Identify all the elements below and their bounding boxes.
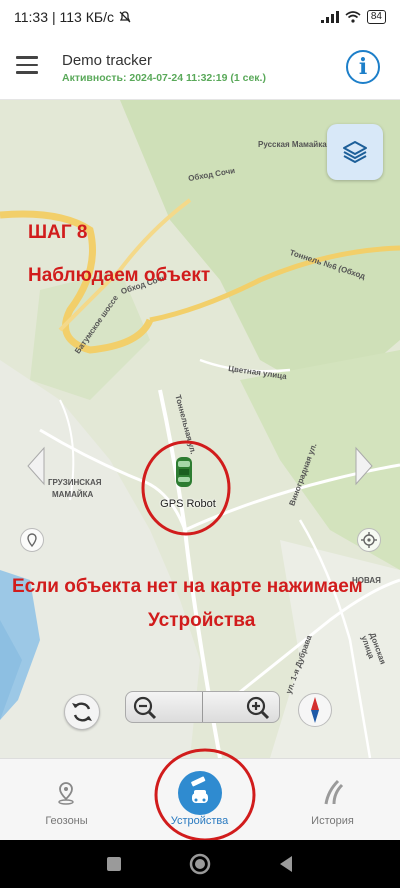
previous-arrow-icon[interactable] [26, 446, 46, 486]
map-label-gruzinskaya-2: МАМАЙКА [52, 490, 94, 499]
nav-history[interactable]: История [266, 759, 399, 841]
next-arrow-icon[interactable] [354, 446, 374, 486]
refresh-icon [72, 702, 92, 722]
map-pin-icon [58, 782, 74, 805]
recents-icon[interactable] [106, 856, 122, 872]
tracker-title: Demo tracker [62, 52, 153, 69]
notifications-off-icon [119, 11, 131, 23]
bottom-navigation: Геозоны Устройства История [0, 748, 400, 842]
highlight-circle-marker [141, 440, 231, 536]
app-header: Demo tracker Активность: 2024-07-24 11:3… [0, 34, 400, 100]
home-icon[interactable] [188, 852, 212, 876]
zoom-out-icon [133, 696, 157, 720]
map-label-gruzinskaya-1: ГРУЗИНСКАЯ [48, 478, 102, 487]
battery-icon: 84 [366, 10, 386, 24]
signal-icon [320, 11, 339, 23]
layers-button[interactable] [327, 124, 383, 180]
compass-button[interactable] [298, 693, 332, 727]
pin-location-button[interactable] [20, 528, 44, 552]
nav-geozones[interactable]: Геозоны [0, 759, 133, 841]
crosshair-icon [361, 532, 377, 548]
nav-history-label: История [311, 815, 354, 827]
pin-icon [27, 533, 37, 548]
info-icon[interactable]: i [346, 50, 380, 84]
status-net-speed: | 113 КБ/с [52, 9, 114, 25]
menu-icon[interactable] [16, 56, 38, 74]
hint-annotation-line1: Если объекта нет на карте нажимаем [12, 576, 363, 597]
nav-geozones-label: Геозоны [45, 815, 88, 827]
wifi-icon [345, 11, 361, 23]
device-marker-label[interactable]: GPS Robot [146, 498, 230, 510]
map-label-russkaya-mamayka: Русская Мамайка [258, 140, 327, 149]
compass-icon [311, 697, 319, 723]
layers-icon [343, 141, 367, 163]
step-annotation: ШАГ 8 [28, 222, 88, 243]
car-marker-icon[interactable] [172, 456, 196, 488]
map-view[interactable]: Русская Мамайка Обход Сочи Обход Сочи То… [0, 100, 400, 758]
observe-annotation: Наблюдаем объект [28, 265, 211, 286]
zoom-in-icon [246, 696, 270, 720]
zoom-controls [125, 691, 280, 723]
zoom-out-button[interactable] [126, 692, 202, 722]
zoom-in-button[interactable] [202, 692, 279, 722]
system-navigation-bar [0, 840, 400, 888]
status-time: 11:33 [14, 9, 48, 25]
my-location-button[interactable] [357, 528, 381, 552]
hint-annotation-line2: Устройства [148, 610, 256, 631]
map-background [0, 100, 400, 758]
road-icon [324, 779, 344, 805]
highlight-circle-devices [154, 748, 256, 842]
refresh-button[interactable] [64, 694, 100, 730]
activity-status: Активность: 2024-07-24 11:32:19 (1 сек.) [62, 72, 266, 84]
back-icon[interactable] [278, 855, 294, 873]
status-bar: 11:33 | 113 КБ/с 84 [0, 0, 400, 34]
